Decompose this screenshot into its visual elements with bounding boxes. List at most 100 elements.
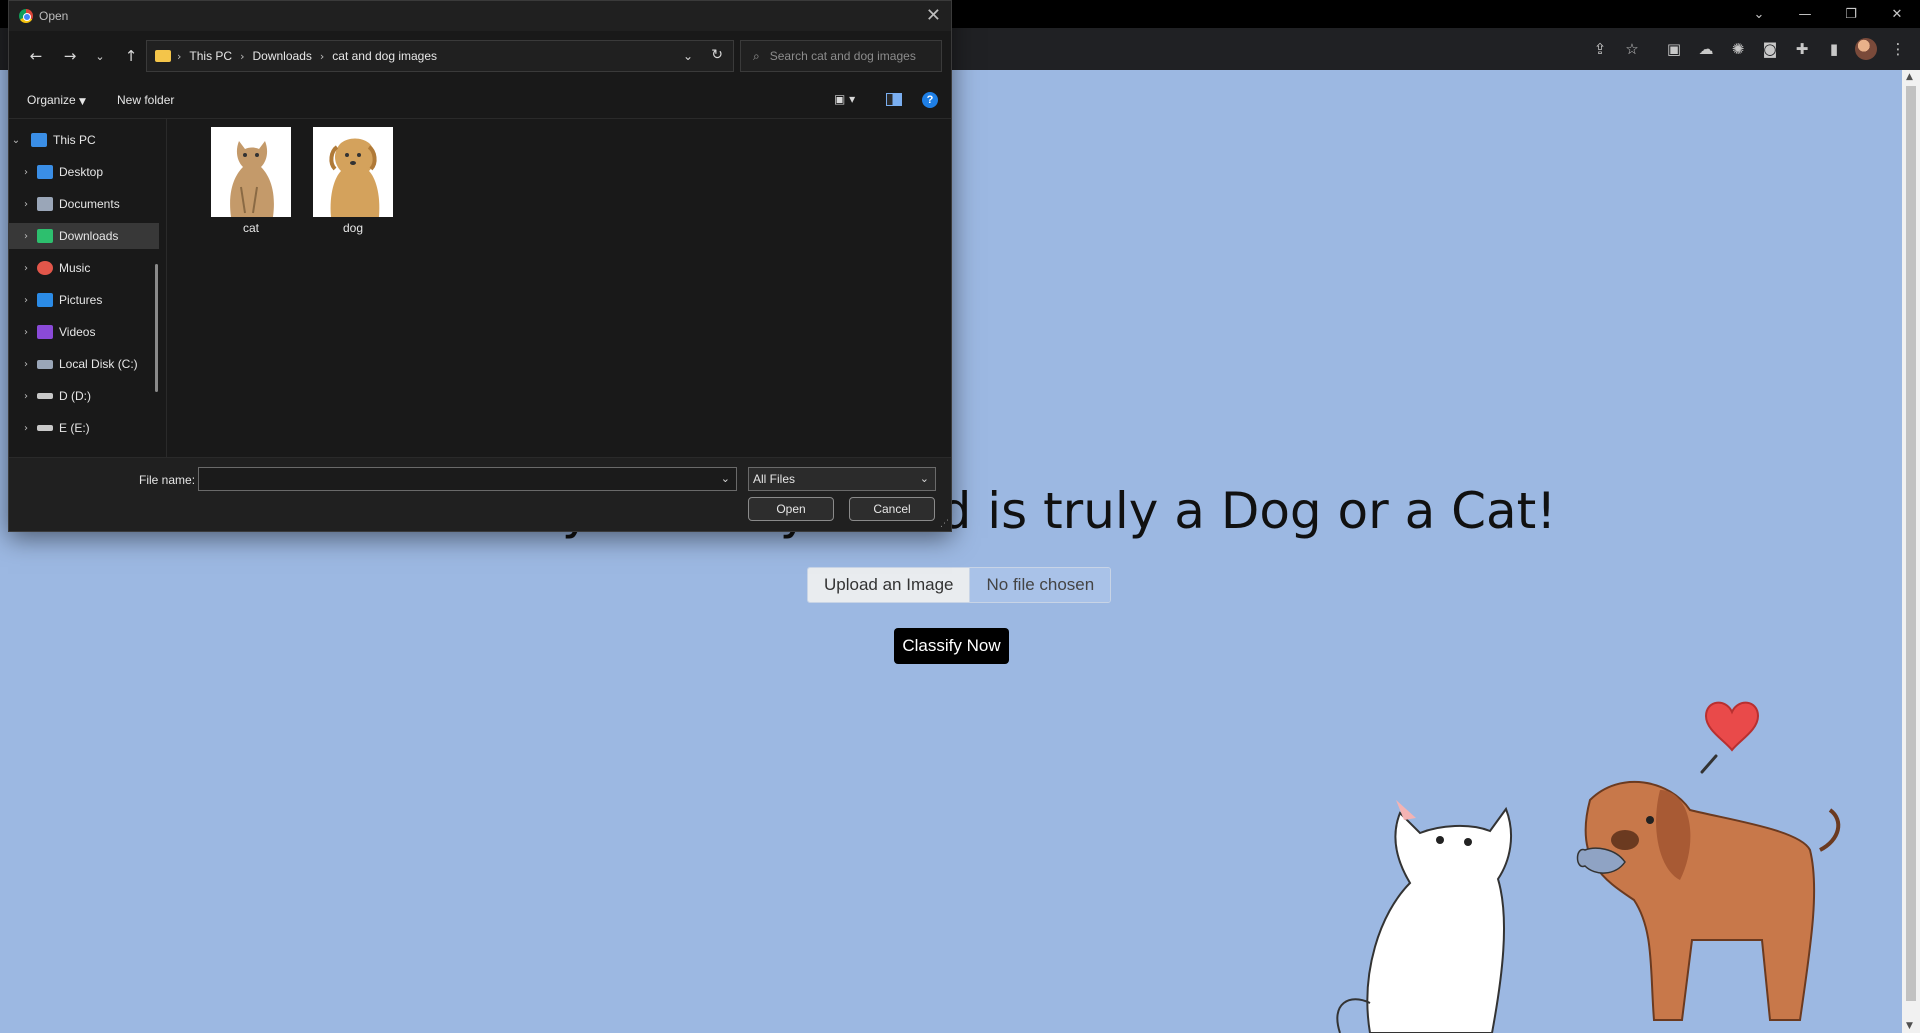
chevron-right-icon[interactable]: › (19, 423, 33, 434)
drive-icon (37, 425, 53, 431)
menu-icon[interactable]: ⋮ (1882, 33, 1914, 65)
preview-pane-icon[interactable] (886, 93, 902, 106)
close-icon[interactable]: ✕ (926, 5, 941, 26)
nav-item-label: E (E:) (59, 421, 90, 435)
search-box[interactable]: ⌕ (740, 40, 942, 72)
pictures-icon (37, 293, 53, 307)
extension-k-icon[interactable]: ▣ (1658, 33, 1690, 65)
open-button[interactable]: Open (748, 497, 834, 521)
file-type-select[interactable]: All Files ⌄ (748, 467, 936, 491)
scroll-up-icon[interactable]: ▲ (1906, 72, 1913, 82)
file-name-input[interactable] (199, 468, 699, 490)
chevron-down-icon[interactable]: ⌄ (920, 472, 929, 485)
nav-item-downloads[interactable]: › Downloads (9, 223, 159, 249)
organize-menu[interactable]: Organize ▼ (27, 93, 86, 107)
nav-item-d-drive[interactable]: › D (D:) (9, 383, 159, 409)
cat-illustration (1336, 800, 1513, 1033)
search-input[interactable] (769, 49, 920, 63)
minimize-button[interactable]: — (1782, 0, 1828, 28)
tab-search-icon[interactable]: ⌄ (1736, 0, 1782, 28)
openai-extension-icon[interactable]: ✺ (1722, 33, 1754, 65)
cat-photo-icon (211, 127, 291, 217)
file-name-field[interactable]: ⌄ (198, 467, 737, 491)
chevron-down-icon[interactable]: ⌄ (721, 472, 730, 485)
restore-button[interactable]: ❐ (1828, 0, 1874, 28)
nav-item-desktop[interactable]: › Desktop (9, 159, 159, 185)
profile-avatar[interactable] (1850, 33, 1882, 65)
chevron-right-icon[interactable]: › (19, 295, 33, 306)
expanded-chevron-icon[interactable]: ⌄ (9, 135, 23, 146)
resize-grip-icon[interactable]: ⋰ (940, 519, 949, 529)
file-list: cat dog (169, 119, 951, 457)
nav-item-videos[interactable]: › Videos (9, 319, 159, 345)
drive-icon (37, 359, 53, 369)
window-controls: ⌄ — ❐ ✕ (1736, 0, 1920, 28)
scroll-down-icon[interactable]: ▼ (1906, 1021, 1913, 1031)
nav-pane-scrollbar[interactable] (155, 264, 158, 392)
new-folder-button[interactable]: New folder (117, 93, 174, 107)
help-icon[interactable]: ? (922, 92, 938, 108)
chevron-right-icon[interactable]: › (19, 199, 33, 210)
desktop-icon (37, 165, 53, 179)
dialog-command-bar: Organize ▼ New folder ▣ ▾ ? (9, 83, 951, 119)
view-options-icon[interactable]: ▣ ▾ (834, 92, 855, 106)
refresh-icon[interactable]: ↻ (711, 47, 723, 63)
close-window-button[interactable]: ✕ (1874, 0, 1920, 28)
dog-thumbnail (313, 127, 393, 217)
recent-locations-chevron-icon[interactable]: ⌄ (89, 45, 111, 67)
breadcrumb-separator: › (240, 49, 245, 63)
nav-item-e-drive[interactable]: › E (E:) (9, 415, 159, 441)
drive-icon (37, 393, 53, 399)
dog-photo-icon (313, 127, 393, 217)
chevron-right-icon[interactable]: › (19, 391, 33, 402)
dialog-footer: File name: ⌄ All Files ⌄ Open Cancel ⋰ (9, 457, 951, 531)
breadcrumb-downloads[interactable]: Downloads (253, 49, 312, 63)
file-input[interactable]: Upload an Image No file chosen (807, 567, 1112, 603)
cancel-button[interactable]: Cancel (849, 497, 935, 521)
file-name: dog (342, 221, 364, 235)
camera-extension-icon[interactable]: ◙ (1754, 33, 1786, 65)
file-item-dog[interactable]: dog (306, 127, 400, 235)
classify-button[interactable]: Classify Now (894, 628, 1009, 664)
breadcrumb-this-pc[interactable]: This PC (189, 49, 232, 63)
music-icon (37, 261, 53, 275)
nav-item-this-pc[interactable]: ⌄ This PC (9, 127, 159, 153)
chevron-right-icon[interactable]: › (19, 327, 33, 338)
nav-item-label: Videos (59, 325, 96, 339)
star-icon[interactable]: ☆ (1616, 33, 1648, 65)
upload-image-button[interactable]: Upload an Image (808, 568, 971, 602)
nav-item-documents[interactable]: › Documents (9, 191, 159, 217)
back-arrow-icon[interactable]: ← (25, 45, 47, 67)
chevron-right-icon[interactable]: › (19, 263, 33, 274)
nav-item-music[interactable]: › Music (9, 255, 159, 281)
nav-item-pictures[interactable]: › Pictures (9, 287, 159, 313)
sidepanel-icon[interactable]: ▮ (1818, 33, 1850, 65)
cloud-extension-icon[interactable]: ☁ (1690, 33, 1722, 65)
folder-icon (155, 50, 171, 62)
toolbar-icons: ⇪ ☆ ▣ ☁ ✺ ◙ ✚ ▮ ⋮ (1584, 28, 1914, 70)
forward-arrow-icon[interactable]: → (59, 45, 81, 67)
nav-item-label: This PC (53, 133, 96, 147)
breadcrumb-cat-and-dog-images[interactable]: cat and dog images (332, 49, 437, 63)
scrollbar-thumb[interactable] (1906, 86, 1916, 1001)
chevron-right-icon[interactable]: › (19, 359, 33, 370)
nav-item-label: Desktop (59, 165, 104, 179)
page-scrollbar[interactable]: ▲ ▼ (1902, 70, 1920, 1033)
puzzle-icon[interactable]: ✚ (1786, 33, 1818, 65)
downloads-icon (37, 229, 53, 243)
file-item-cat[interactable]: cat (204, 127, 298, 235)
file-name: cat (242, 221, 259, 235)
chevron-right-icon[interactable]: › (19, 167, 33, 178)
share-icon[interactable]: ⇪ (1584, 33, 1616, 65)
nav-item-label: Music (59, 261, 91, 275)
file-status: No file chosen (970, 568, 1111, 602)
up-arrow-icon[interactable]: ↑ (120, 45, 142, 67)
nav-item-label: Downloads (59, 229, 119, 243)
address-bar[interactable]: › This PC › Downloads › cat and dog imag… (146, 40, 734, 72)
cat-thumbnail (211, 127, 291, 217)
nav-item-local-disk-c[interactable]: › Local Disk (C:) (9, 351, 159, 377)
chevron-right-icon[interactable]: › (19, 231, 33, 242)
documents-icon (37, 197, 53, 211)
computer-icon (31, 133, 47, 147)
address-dropdown-icon[interactable]: ⌄ (683, 49, 693, 63)
